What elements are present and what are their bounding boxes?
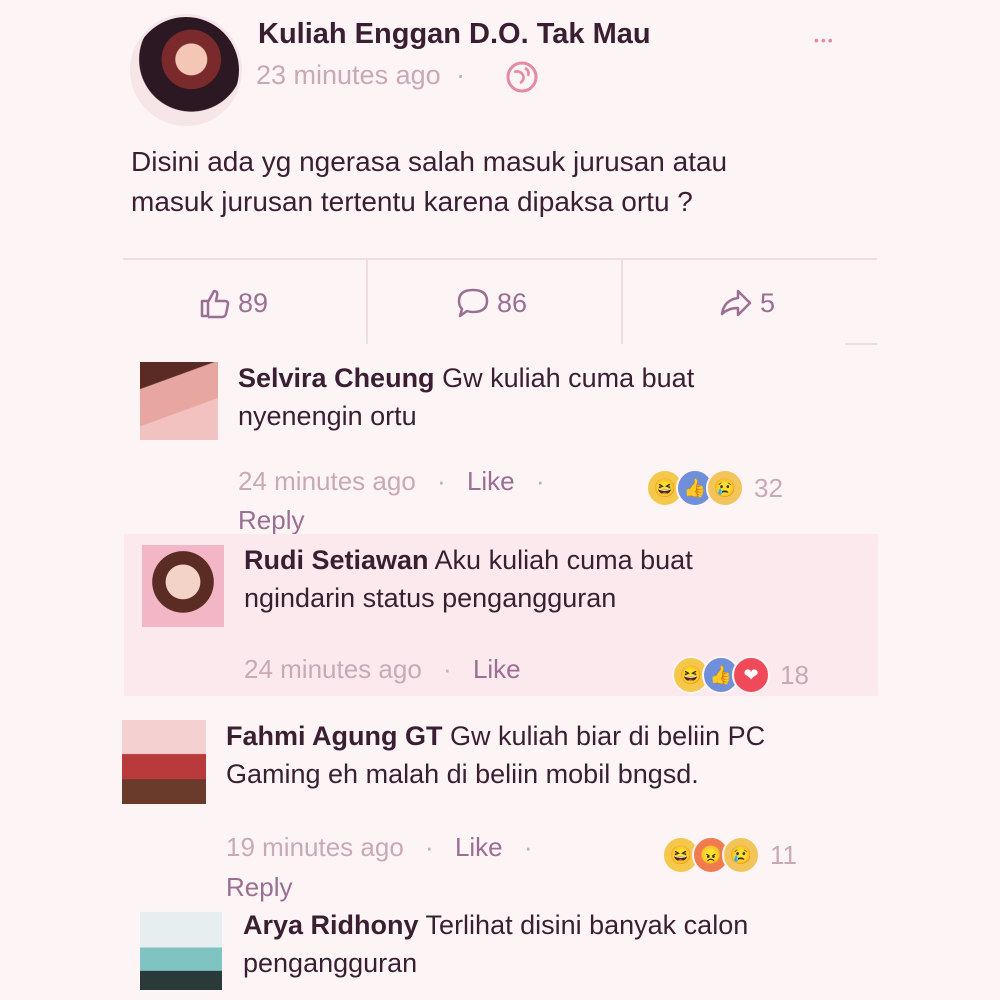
speech-bubble-icon — [457, 288, 489, 318]
post-time: 23 minutes ago — [256, 60, 441, 90]
meta-dot: · — [443, 654, 452, 684]
comment-text: ngindarin status pengangguran — [244, 583, 617, 613]
like-count: 89 — [238, 287, 269, 318]
post-author[interactable]: Kuliah Enggan D.O. Tak Mau — [258, 18, 651, 51]
reaction-count: 18 — [780, 659, 809, 690]
comment-author[interactable]: Selvira Cheung — [238, 363, 435, 393]
comment-meta: 24 minutes ago · Like · — [238, 466, 559, 497]
post-separator: · — [456, 60, 466, 90]
thumbs-up-icon — [200, 289, 230, 319]
comment-text: Aku kuliah cuma buat — [434, 545, 693, 575]
reaction-count: 32 — [754, 472, 783, 503]
comment-author[interactable]: Fahmi Agung GT — [226, 721, 442, 751]
meta-dot: · — [437, 466, 446, 496]
comment-reactions[interactable]: 😆 👍 😢 32 — [646, 469, 783, 507]
comment-reactions[interactable]: 😆 😠 😢 11 — [662, 836, 797, 874]
commenter-avatar[interactable] — [140, 362, 218, 440]
comment-time[interactable]: 24 minutes ago — [244, 654, 422, 684]
comment-meta: 24 minutes ago · Like — [244, 654, 521, 685]
comment-body: Rudi Setiawan Aku kuliah cuma buat ngind… — [244, 541, 844, 617]
comment-reply-button[interactable]: Reply — [226, 872, 292, 903]
heart-icon: ❤ — [732, 656, 770, 694]
comment-count: 86 — [497, 287, 528, 318]
comment-body: Selvira Cheung Gw kuliah cuma buat nyene… — [238, 359, 798, 435]
share-button[interactable]: 5 — [718, 286, 775, 320]
comment-button[interactable]: 86 — [455, 286, 527, 320]
comment-like-button[interactable]: Like — [473, 654, 521, 684]
comment-like-button[interactable]: Like — [467, 466, 515, 496]
share-arrow-icon — [720, 289, 752, 317]
meta-dot: · — [523, 832, 533, 862]
action-bar-separator — [366, 260, 368, 344]
commenter-avatar[interactable] — [122, 720, 206, 804]
action-bar-separator — [621, 260, 623, 344]
page-avatar[interactable] — [130, 14, 242, 126]
comment-body: Arya Ridhony Terlihat disini banyak calo… — [243, 906, 843, 982]
globe-icon — [506, 61, 538, 93]
comment-meta: 19 minutes ago · Like · — [226, 832, 547, 863]
comment-like-button[interactable]: Like — [455, 832, 503, 862]
comment-author[interactable]: Rudi Setiawan — [244, 545, 429, 575]
comment-reactions[interactable]: 😆 👍 ❤ 18 — [672, 656, 809, 694]
sad-icon: 😢 — [722, 836, 760, 874]
comment-author[interactable]: Arya Ridhony — [243, 910, 419, 940]
post-timestamp[interactable]: 23 minutes ago · — [256, 60, 473, 91]
like-button[interactable]: 89 — [198, 286, 268, 320]
share-count: 5 — [760, 287, 776, 318]
comment-text: Gw kuliah biar di beliin PC — [450, 721, 766, 751]
post-text-line: masuk jurusan tertentu karena dipaksa or… — [131, 186, 693, 217]
comment-text: Terlihat disini banyak calon — [425, 910, 749, 940]
more-options-button[interactable]: ••• — [814, 32, 835, 48]
comment-text: Gaming eh malah di beliin mobil bngsd. — [226, 759, 699, 789]
action-bar-divider — [123, 258, 877, 260]
commenter-avatar[interactable] — [142, 545, 224, 627]
sad-icon: 😢 — [706, 469, 744, 507]
action-bar-divider — [845, 343, 877, 345]
commenter-avatar[interactable] — [140, 912, 222, 990]
meta-dot: · — [425, 832, 434, 862]
post-body: Disini ada yg ngerasa salah masuk jurusa… — [131, 142, 871, 222]
comment-text: Gw kuliah cuma buat — [442, 363, 695, 393]
comment-body: Fahmi Agung GT Gw kuliah biar di beliin … — [226, 717, 866, 793]
comment-time[interactable]: 19 minutes ago — [226, 832, 404, 862]
comment-time[interactable]: 24 minutes ago — [238, 466, 416, 496]
post-text-line: Disini ada yg ngerasa salah masuk jurusa… — [131, 146, 728, 177]
comment-reply-button[interactable]: Reply — [238, 505, 304, 536]
meta-dot: · — [535, 466, 545, 496]
comment-text: pengangguran — [243, 948, 418, 978]
reaction-count: 11 — [770, 839, 797, 870]
comment-text: nyenengin ortu — [238, 401, 417, 431]
